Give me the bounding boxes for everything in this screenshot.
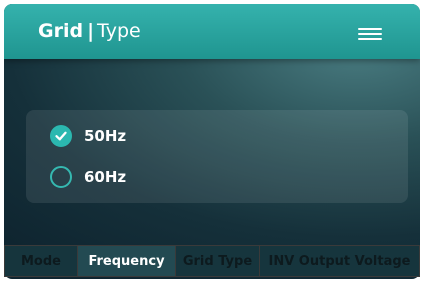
tab-mode[interactable]: Mode [4,245,78,277]
frequency-options-panel: 50Hz 60Hz [26,110,408,203]
header-bar: Grid | Type [4,4,420,59]
tab-frequency[interactable]: Frequency [78,245,176,277]
option-60hz[interactable]: 60Hz [50,166,160,192]
checkmark-icon [55,131,67,141]
tab-inv-output-voltage[interactable]: INV Output Voltage [260,245,420,277]
page-title: Grid | Type [38,20,141,42]
option-label: 50Hz [84,127,127,145]
title-secondary: Type [97,20,141,42]
radio-checked-icon[interactable] [50,125,72,147]
device-screen: Grid | Type 50Hz 60Hz [4,4,420,279]
radio-unchecked-icon[interactable] [50,166,72,188]
option-50hz[interactable]: 50Hz [50,125,160,151]
bottom-tab-bar: Mode Frequency Grid Type INV Output Volt… [4,245,420,277]
option-label: 60Hz [84,168,127,186]
title-separator: | [87,20,95,42]
tab-grid-type[interactable]: Grid Type [176,245,260,277]
hamburger-menu-icon[interactable] [358,28,382,40]
title-primary: Grid [38,20,84,42]
